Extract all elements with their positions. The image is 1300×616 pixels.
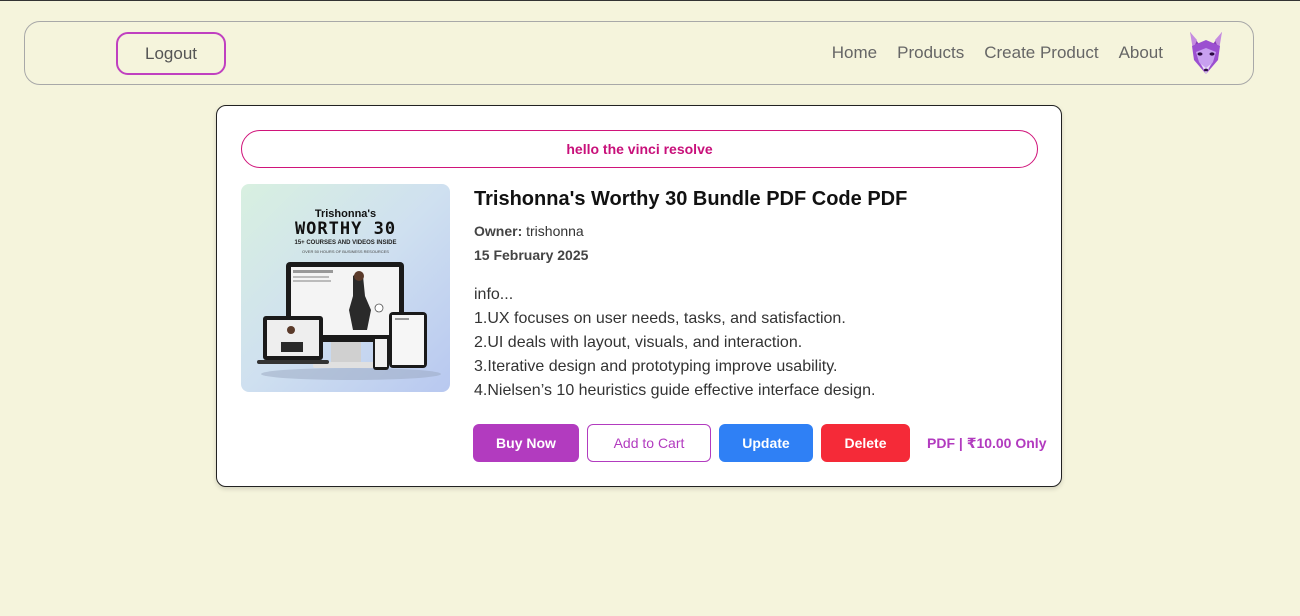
owner-name: trishonna — [526, 223, 584, 239]
nav-link-about[interactable]: About — [1119, 43, 1163, 63]
announcement-banner: hello the vinci resolve — [241, 130, 1038, 168]
nav-link-create-product[interactable]: Create Product — [984, 43, 1098, 63]
product-thumbnail[interactable]: Trishonna's WORTHY 30 15+ COURSES AND VI… — [241, 184, 450, 392]
nav-link-products[interactable]: Products — [897, 43, 964, 63]
owner-label: Owner: — [474, 223, 523, 239]
product-date: 15 February 2025 — [474, 247, 589, 263]
devices-illustration — [257, 262, 441, 380]
price-label: PDF | ₹10.00 Only — [927, 434, 1047, 451]
description-line: 3.Iterative design and prototyping impro… — [474, 358, 838, 375]
product-title: Trishonna's Worthy 30 Bundle PDF Code PD… — [474, 188, 908, 210]
update-button[interactable]: Update — [719, 424, 813, 462]
description-line: 1.UX focuses on user needs, tasks, and s… — [474, 310, 846, 327]
description-line: 2.UI deals with layout, visuals, and int… — [474, 334, 803, 351]
delete-button[interactable]: Delete — [821, 424, 910, 462]
description-line: info... — [474, 286, 514, 303]
nav-link-home[interactable]: Home — [832, 43, 877, 63]
top-border-line — [0, 0, 1300, 1]
product-description: info... 1.UX focuses on user needs, task… — [474, 283, 875, 403]
fox-logo-icon[interactable] — [1187, 30, 1225, 76]
nav-links: Home Products Create Product About — [832, 22, 1163, 84]
navbar: Logout Home Products Create Product Abou… — [24, 21, 1254, 85]
buy-now-button[interactable]: Buy Now — [473, 424, 579, 462]
add-to-cart-button[interactable]: Add to Cart — [587, 424, 711, 462]
product-actions: Buy Now Add to Cart Update Delete PDF | … — [473, 424, 1046, 462]
product-card: hello the vinci resolve Trishonna's WORT… — [216, 105, 1062, 487]
product-owner: Owner: trishonna — [474, 223, 584, 239]
description-line: 4.Nielsen’s 10 heuristics guide effectiv… — [474, 382, 876, 399]
logout-button[interactable]: Logout — [116, 32, 226, 75]
